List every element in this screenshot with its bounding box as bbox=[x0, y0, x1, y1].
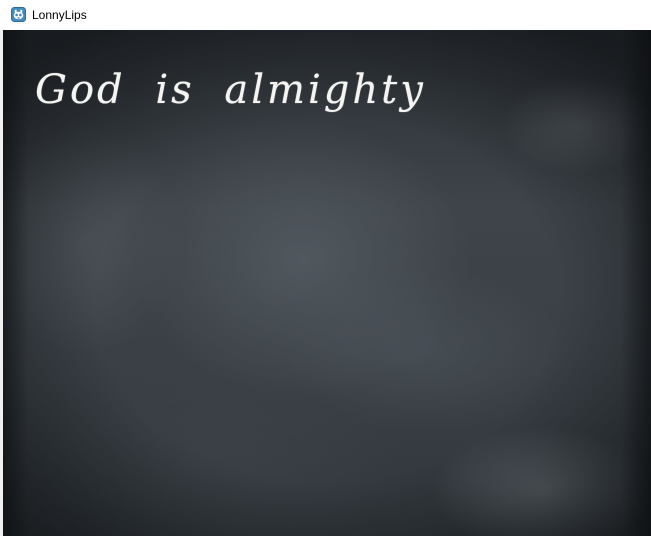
chalkboard-shadow-left bbox=[3, 30, 28, 536]
chalkboard-shadow-right bbox=[621, 30, 651, 536]
title-bar[interactable]: LonnyLips bbox=[0, 0, 651, 30]
godot-engine-icon bbox=[11, 7, 26, 22]
app-window: LonnyLips God is almighty bbox=[0, 0, 651, 536]
chalk-message: God is almighty bbox=[35, 67, 426, 113]
window-title: LonnyLips bbox=[32, 8, 87, 22]
game-canvas[interactable]: God is almighty bbox=[3, 30, 651, 536]
